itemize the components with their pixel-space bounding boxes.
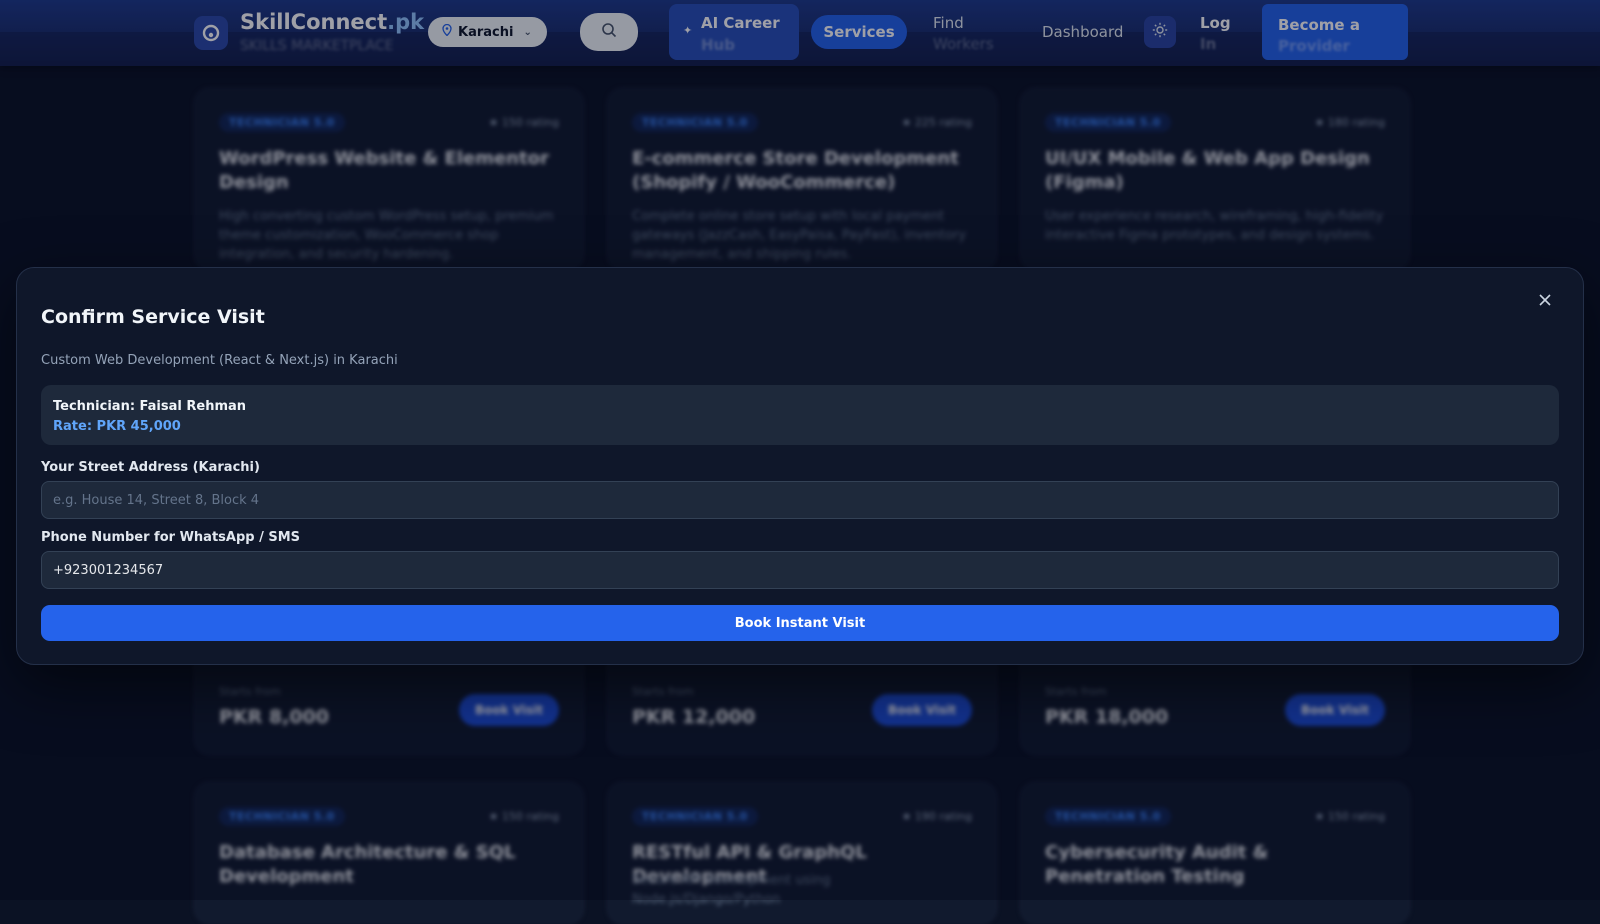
modal-title: Confirm Service Visit — [41, 306, 265, 328]
phone-input[interactable] — [41, 551, 1559, 589]
modal-subtitle: Custom Web Development (React & Next.js)… — [41, 353, 398, 368]
book-instant-visit-button[interactable]: Book Instant Visit — [41, 605, 1559, 641]
close-icon — [1537, 292, 1553, 312]
address-input[interactable] — [41, 481, 1559, 519]
close-button[interactable] — [1531, 288, 1559, 316]
technician-rate: Rate: PKR 45,000 — [53, 419, 181, 434]
phone-label: Phone Number for WhatsApp / SMS — [41, 530, 301, 545]
address-label: Your Street Address (Karachi) — [41, 460, 260, 475]
technician-name: Technician: Faisal Rehman — [53, 399, 247, 414]
confirm-visit-modal: Confirm Service Visit Custom Web Develop… — [16, 267, 1584, 665]
technician-summary: Technician: Faisal Rehman Rate: PKR 45,0… — [41, 385, 1559, 445]
